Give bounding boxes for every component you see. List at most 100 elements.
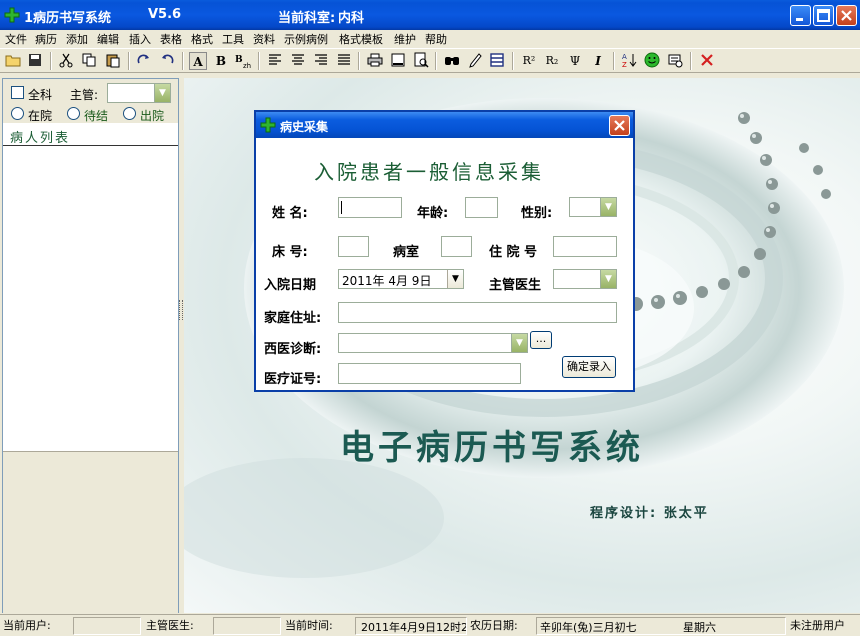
print-icon[interactable] — [366, 52, 384, 70]
chevron-down-icon: ▼ — [154, 84, 170, 102]
menu-maintenance[interactable]: 维护 — [394, 31, 416, 47]
dialog-title-bar[interactable]: 病史采集 — [256, 112, 633, 138]
status-time-cell: 2011年4月9日12时2 — [355, 617, 467, 635]
toolbar: A B Bzh R² R₂ Ψ I AZ — [0, 48, 860, 73]
maximize-icon — [817, 9, 830, 22]
admit-date-value: 2011年 4月 9日 — [342, 274, 432, 288]
splitter-handle[interactable] — [179, 300, 183, 320]
bed-input[interactable] — [338, 236, 369, 257]
menu-format-template[interactable]: 格式模板 — [339, 31, 383, 47]
pen-icon[interactable] — [466, 52, 484, 70]
in-hospital-label: 在院 — [28, 109, 53, 123]
menu-add[interactable]: 添加 — [66, 31, 88, 47]
toolbar-separator — [182, 52, 184, 70]
save-icon[interactable] — [26, 52, 44, 70]
admit-date-label: 入院日期 — [264, 278, 317, 293]
align-center-icon[interactable] — [289, 52, 307, 70]
svg-text:Z: Z — [622, 61, 627, 68]
superscript-icon[interactable]: R² — [520, 52, 538, 70]
menu-insert[interactable]: 插入 — [129, 31, 151, 47]
window-version: V5.6 — [148, 7, 182, 22]
status-registration: 未注册用户 — [790, 619, 845, 632]
doctor-select[interactable]: ▼ — [553, 269, 617, 289]
confirm-entry-button[interactable]: 确定录入 — [562, 356, 616, 378]
stamp-icon[interactable] — [666, 52, 684, 70]
menu-file[interactable]: 文件 — [5, 31, 27, 47]
pending-radio[interactable] — [67, 107, 80, 120]
age-input[interactable] — [465, 197, 498, 218]
discharged-radio[interactable] — [123, 107, 136, 120]
chinese-convert-icon[interactable]: Bzh — [234, 52, 252, 70]
redo-icon[interactable] — [135, 52, 153, 70]
status-bar: 当前用户: 主管医生: 当前时间: 2011年4月9日12时2 农历日期: 辛卯… — [0, 614, 860, 636]
home-address-input[interactable] — [338, 302, 617, 323]
menu-format[interactable]: 格式 — [191, 31, 213, 47]
maximize-button[interactable] — [813, 5, 834, 26]
diagnosis-more-button[interactable]: ... — [530, 331, 552, 349]
ward-input[interactable] — [441, 236, 472, 257]
justify-icon[interactable] — [335, 52, 353, 70]
supervisor-select[interactable]: ▼ — [107, 83, 171, 103]
print-preview-icon[interactable] — [412, 52, 430, 70]
find-icon[interactable] — [443, 52, 461, 70]
admit-date-picker[interactable]: 2011年 4月 9日 ▼ — [338, 269, 464, 289]
admission-no-label: 住 院 号 — [489, 245, 538, 260]
toolbar-separator — [50, 52, 52, 70]
dialog-close-button[interactable] — [609, 115, 630, 136]
menu-resources[interactable]: 资料 — [253, 31, 275, 47]
menu-table[interactable]: 表格 — [160, 31, 182, 47]
patient-list-title: 病人列表 — [10, 131, 71, 146]
sort-az-icon[interactable]: AZ — [620, 52, 638, 70]
dialog-heading: 入院患者一般信息采集 — [314, 160, 544, 184]
toolbar-separator — [358, 52, 360, 70]
dept-value: 内科 — [338, 11, 365, 26]
app-cross-icon — [260, 117, 276, 133]
diagnosis-select[interactable]: ▼ — [338, 333, 528, 353]
name-label: 姓 名: — [272, 206, 308, 221]
menu-bar: 文件 病历 添加 编辑 插入 表格 格式 工具 资料 示例病例 格式模板 维护 … — [0, 30, 860, 47]
menu-tools[interactable]: 工具 — [222, 31, 244, 47]
sex-label: 性别: — [521, 206, 553, 221]
chevron-down-icon: ▼ — [600, 270, 616, 288]
toolbar-separator — [258, 52, 260, 70]
font-icon[interactable]: A — [189, 52, 207, 70]
delete-icon[interactable] — [698, 52, 716, 70]
patient-panel: 全科 主管: ▼ 在院 待结 出院 病人列表 — [2, 78, 179, 613]
svg-text:B: B — [235, 55, 243, 65]
align-right-icon[interactable] — [312, 52, 330, 70]
subscript-icon[interactable]: R₂ — [543, 52, 561, 70]
patient-detail-area — [3, 451, 178, 613]
chevron-down-icon: ▼ — [600, 198, 616, 216]
title-bar[interactable]: 1病历书写系统 V5.6 当前科室: 内科 — [0, 0, 860, 30]
close-button[interactable] — [836, 5, 857, 26]
menu-sample-cases[interactable]: 示例病例 — [284, 31, 328, 47]
in-hospital-radio[interactable] — [11, 107, 24, 120]
psi-icon[interactable]: Ψ — [566, 52, 584, 70]
admission-no-input[interactable] — [553, 236, 617, 257]
smiley-icon[interactable] — [643, 52, 661, 70]
page-setup-icon[interactable] — [389, 52, 407, 70]
copy-icon[interactable] — [80, 52, 98, 70]
menu-help[interactable]: 帮助 — [425, 31, 447, 47]
paste-icon[interactable] — [104, 52, 122, 70]
insurance-no-input[interactable] — [338, 363, 521, 384]
text-cursor — [341, 201, 342, 214]
table-icon[interactable] — [488, 52, 506, 70]
bold-icon[interactable]: B — [212, 52, 230, 70]
menu-edit[interactable]: 编辑 — [97, 31, 119, 47]
align-left-icon[interactable] — [266, 52, 284, 70]
undo-icon[interactable] — [158, 52, 176, 70]
sex-select[interactable]: ▼ — [569, 197, 617, 217]
toolbar-separator — [690, 52, 692, 70]
status-lunar-label: 农历日期: — [470, 619, 518, 632]
open-folder-icon[interactable] — [4, 52, 22, 70]
cut-icon[interactable] — [57, 52, 75, 70]
patient-list[interactable] — [3, 146, 178, 451]
minimize-button[interactable] — [790, 5, 811, 26]
all-dept-checkbox[interactable] — [11, 86, 24, 99]
menu-record[interactable]: 病历 — [35, 31, 57, 47]
italic-icon[interactable]: I — [589, 52, 607, 70]
close-icon — [841, 10, 852, 21]
name-input[interactable] — [338, 197, 402, 218]
status-doctor-label: 主管医生: — [146, 619, 194, 632]
